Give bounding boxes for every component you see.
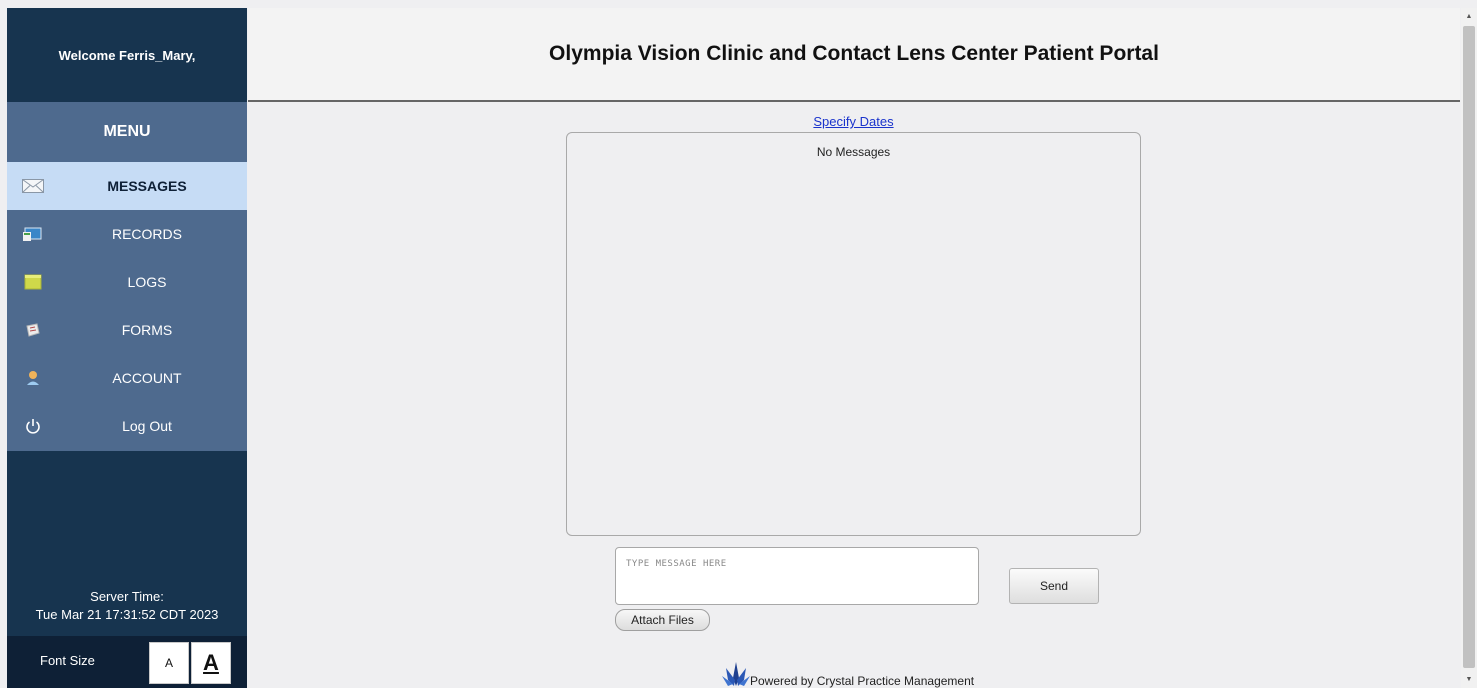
sidebar-item-label: LOGS — [127, 274, 167, 290]
sidebar-item-label: ACCOUNT — [112, 370, 182, 386]
powered-by: Powered by Crystal Practice Management — [722, 656, 974, 688]
folder-icon — [21, 272, 45, 292]
attach-files-button[interactable]: Attach Files — [615, 609, 710, 631]
forms-icon — [21, 320, 45, 340]
scroll-down-icon[interactable]: ▼ — [1464, 674, 1474, 684]
page-header: Olympia Vision Clinic and Contact Lens C… — [248, 8, 1460, 102]
envelope-icon — [21, 176, 45, 196]
scrollbar-thumb[interactable] — [1463, 26, 1475, 668]
specify-dates-link[interactable]: Specify Dates — [566, 114, 1141, 129]
sidebar-item-label: Log Out — [122, 418, 172, 434]
app-window: Welcome Ferris_Mary, MENU MESSAGES RECOR… — [0, 0, 1477, 688]
server-time-value: Tue Mar 21 17:31:52 CDT 2023 — [35, 607, 219, 622]
power-icon — [21, 416, 45, 436]
records-icon — [21, 224, 45, 244]
menu-title: MENU — [103, 123, 151, 140]
scroll-up-icon[interactable]: ▲ — [1464, 11, 1474, 21]
sidebar-item-records[interactable]: RECORDS — [7, 210, 247, 258]
sidebar-item-account[interactable]: ACCOUNT — [7, 354, 247, 402]
messages-panel: No Messages — [566, 132, 1141, 536]
font-size-label: Font Size — [40, 653, 95, 668]
user-icon — [21, 368, 45, 388]
server-time-label: Server Time: — [90, 589, 164, 604]
sidebar-item-messages[interactable]: MESSAGES — [7, 162, 247, 210]
sidebar-item-logout[interactable]: Log Out — [7, 402, 247, 450]
message-input[interactable] — [615, 547, 979, 605]
font-size-bar: Font Size A A — [7, 636, 247, 688]
sidebar-item-logs[interactable]: LOGS — [7, 258, 247, 306]
font-size-small-button[interactable]: A — [149, 642, 189, 684]
sidebar: Welcome Ferris_Mary, MENU MESSAGES RECOR… — [7, 8, 247, 688]
sidebar-item-label: MESSAGES — [107, 178, 187, 194]
server-time: Server Time: Tue Mar 21 17:31:52 CDT 202… — [7, 588, 247, 624]
powered-by-text: Powered by Crystal Practice Management — [750, 674, 975, 688]
send-button[interactable]: Send — [1009, 568, 1099, 604]
sidebar-item-label: FORMS — [121, 322, 173, 338]
menu: MENU MESSAGES RECORDS LOGS FORMS ACCOUNT… — [7, 102, 247, 451]
empty-messages-text: No Messages — [816, 145, 891, 159]
font-size-large-button[interactable]: A — [191, 642, 231, 684]
sidebar-item-label: RECORDS — [111, 226, 182, 242]
sidebar-item-forms[interactable]: FORMS — [7, 306, 247, 354]
page-title: Olympia Vision Clinic and Contact Lens C… — [549, 42, 1159, 65]
welcome-text: Welcome Ferris_Mary, — [58, 47, 196, 63]
crystal-logo-icon — [722, 660, 750, 688]
